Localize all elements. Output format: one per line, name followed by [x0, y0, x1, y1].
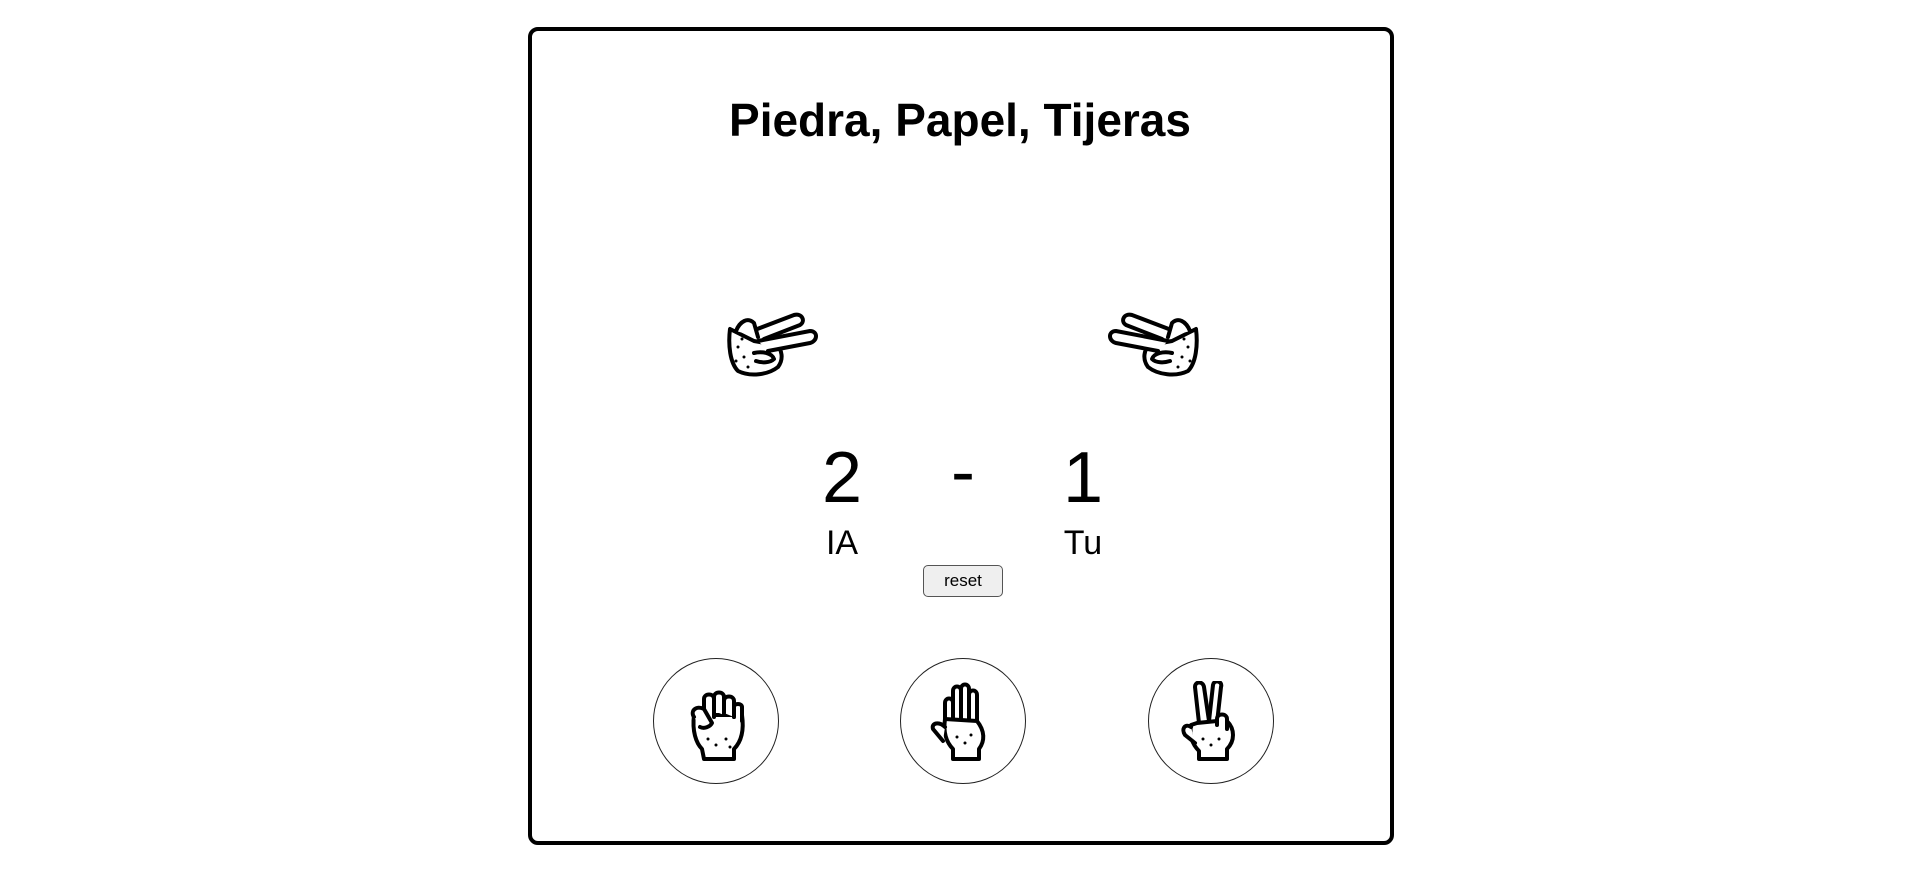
- scissors-hand-icon: [1181, 681, 1235, 761]
- page-title: Piedra, Papel, Tijeras: [729, 94, 1191, 146]
- scissors-choice-button[interactable]: [1148, 658, 1274, 784]
- rock-choice-button[interactable]: [653, 658, 779, 784]
- paper-hand-icon: [930, 682, 986, 761]
- ai-label: IA: [825, 524, 859, 562]
- rock-fist-icon: [690, 690, 745, 761]
- player-hand-display: [1106, 301, 1202, 381]
- ai-hand-display: [724, 301, 820, 381]
- paper-choice-button[interactable]: [900, 658, 1026, 784]
- scissors-hand-icon: [1108, 312, 1199, 377]
- reset-button[interactable]: reset: [923, 565, 1003, 597]
- scissors-hand-icon: [727, 312, 818, 377]
- ai-score: 2: [821, 438, 863, 518]
- player-score: 1: [1062, 438, 1104, 518]
- player-label: Tu: [1063, 524, 1103, 562]
- score-separator: -: [951, 432, 975, 512]
